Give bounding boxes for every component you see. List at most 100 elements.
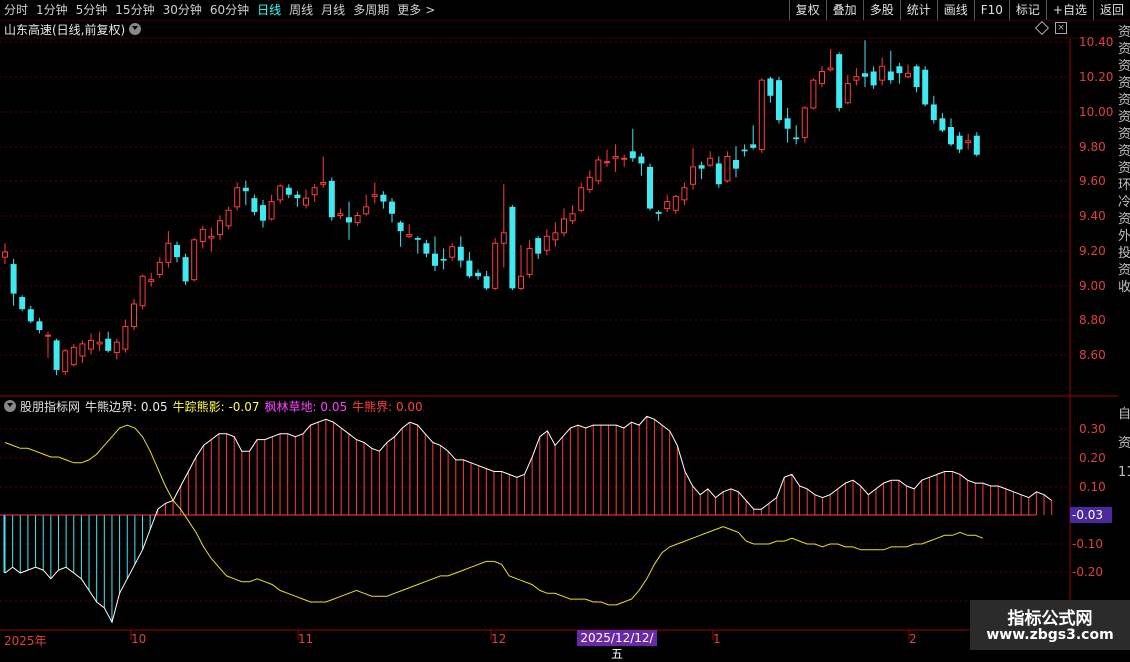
candle-body <box>629 151 636 159</box>
candle-body <box>973 135 980 155</box>
candle-body <box>707 157 714 166</box>
candle-body <box>397 222 404 232</box>
candle-body <box>853 76 860 81</box>
candle-body <box>535 238 542 254</box>
candle-body <box>156 261 163 275</box>
indicator-item-bull-bear-boundary: 牛熊边界: 0.05 <box>85 399 168 414</box>
candle-body <box>655 212 662 214</box>
candle-body <box>810 79 817 109</box>
candle-body <box>758 79 765 151</box>
candle-body <box>191 239 198 281</box>
candle-body <box>681 187 688 201</box>
candle-body <box>956 135 963 150</box>
candle-body <box>793 137 800 140</box>
price-tick-label: 10.20 <box>1079 70 1114 84</box>
price-tick-label: 8.60 <box>1079 348 1106 362</box>
candle-body <box>354 215 361 223</box>
indicator-tick-label: -0.10 <box>1072 537 1104 551</box>
candle-body <box>948 127 954 145</box>
candle-body <box>586 176 593 190</box>
candle-body <box>698 165 705 169</box>
candle-body <box>182 257 189 282</box>
indicator-current-value: -0.03 <box>1070 507 1112 523</box>
indicator-legend: 股朋指标网 牛熊边界: 0.05 牛踪熊影: -0.07 枫林草地: 0.05 … <box>0 398 428 414</box>
candle-body <box>88 339 94 350</box>
candle-body <box>483 276 490 289</box>
candle-body <box>457 246 464 261</box>
price-tick-label: 8.80 <box>1079 313 1106 327</box>
candle-body <box>690 166 696 185</box>
date-tick-label: 11 <box>298 632 314 646</box>
candle-body <box>36 321 43 331</box>
side-panel-edge-lower[interactable]: 自资11111111 <box>1118 400 1130 630</box>
candle-body <box>2 251 8 258</box>
candle-body <box>518 275 524 289</box>
date-tick-label: 2025年 <box>4 634 47 648</box>
date-tick-label: 1 <box>713 632 721 646</box>
indicator-tick-label: 0.20 <box>1079 451 1106 465</box>
chevron-down-icon[interactable] <box>4 400 16 412</box>
candle-body <box>294 194 301 199</box>
indicator-item-bull-bear-line: 牛熊界: 0.00 <box>352 399 423 414</box>
candle-body <box>406 234 413 237</box>
indicator-tick-label: 0.10 <box>1079 480 1106 494</box>
candle-body <box>965 140 972 144</box>
candle-body <box>604 161 610 164</box>
candle-body <box>79 343 86 357</box>
price-chart[interactable] <box>0 0 1130 650</box>
candle-body <box>320 182 327 185</box>
candle-body <box>672 195 679 211</box>
candle-body <box>251 198 258 213</box>
candle-body <box>19 297 26 310</box>
candle-body <box>414 238 421 240</box>
candle-body <box>887 71 894 81</box>
candle-body <box>750 144 757 148</box>
candle-body <box>905 72 911 78</box>
candle-body <box>492 242 499 289</box>
candle-body <box>715 163 722 185</box>
side-panel-edge[interactable]: 资资资资资资资资资环冷资外投资收 <box>1118 24 1130 394</box>
crosshair-date: 2025/12/12/五 <box>577 630 657 661</box>
price-tick-label: 9.20 <box>1079 244 1106 258</box>
indicator-white-line <box>4 415 1053 624</box>
candle-body <box>741 149 748 152</box>
candle-body <box>423 243 430 254</box>
watermark: 指标公式网 www.zbgs3.com <box>970 600 1130 650</box>
candle-body <box>45 334 51 337</box>
price-tick-label: 9.00 <box>1079 279 1106 293</box>
candle-body <box>328 180 335 218</box>
candle-body <box>844 83 851 104</box>
candle-body <box>543 235 550 251</box>
indicator-name: 股朋指标网 <box>20 399 81 414</box>
candle-body <box>922 69 929 105</box>
date-tick-label: 10 <box>131 632 147 646</box>
candle-body <box>234 187 241 208</box>
price-tick-label: 10.00 <box>1079 105 1114 119</box>
date-tick-label: 2 <box>909 632 917 646</box>
candle-body <box>552 232 559 241</box>
candle-body <box>380 194 387 202</box>
candle-body <box>96 341 103 345</box>
candle-body <box>578 187 585 211</box>
candle-body <box>122 326 129 350</box>
candle-body <box>819 70 825 85</box>
candle-body <box>509 206 516 289</box>
price-tick-label: 9.60 <box>1079 174 1106 188</box>
indicator-item-bull-track: 牛踪熊影: -0.07 <box>172 399 260 414</box>
candle-body <box>930 104 937 121</box>
candle-body <box>595 159 602 182</box>
date-tick-label: 12 <box>491 632 507 646</box>
candle-body <box>70 346 77 366</box>
candle-body <box>767 78 774 96</box>
candle-body <box>363 206 370 215</box>
price-tick-label: 9.40 <box>1079 209 1106 223</box>
price-tick-label: 10.40 <box>1079 35 1114 49</box>
candle-body <box>10 264 17 294</box>
candle-body <box>664 201 671 210</box>
candle-body <box>242 187 249 192</box>
candle-body <box>346 217 352 223</box>
candle-body <box>638 156 645 164</box>
candle-body <box>53 340 60 370</box>
candle-body <box>389 201 395 214</box>
candle-body <box>268 201 275 220</box>
